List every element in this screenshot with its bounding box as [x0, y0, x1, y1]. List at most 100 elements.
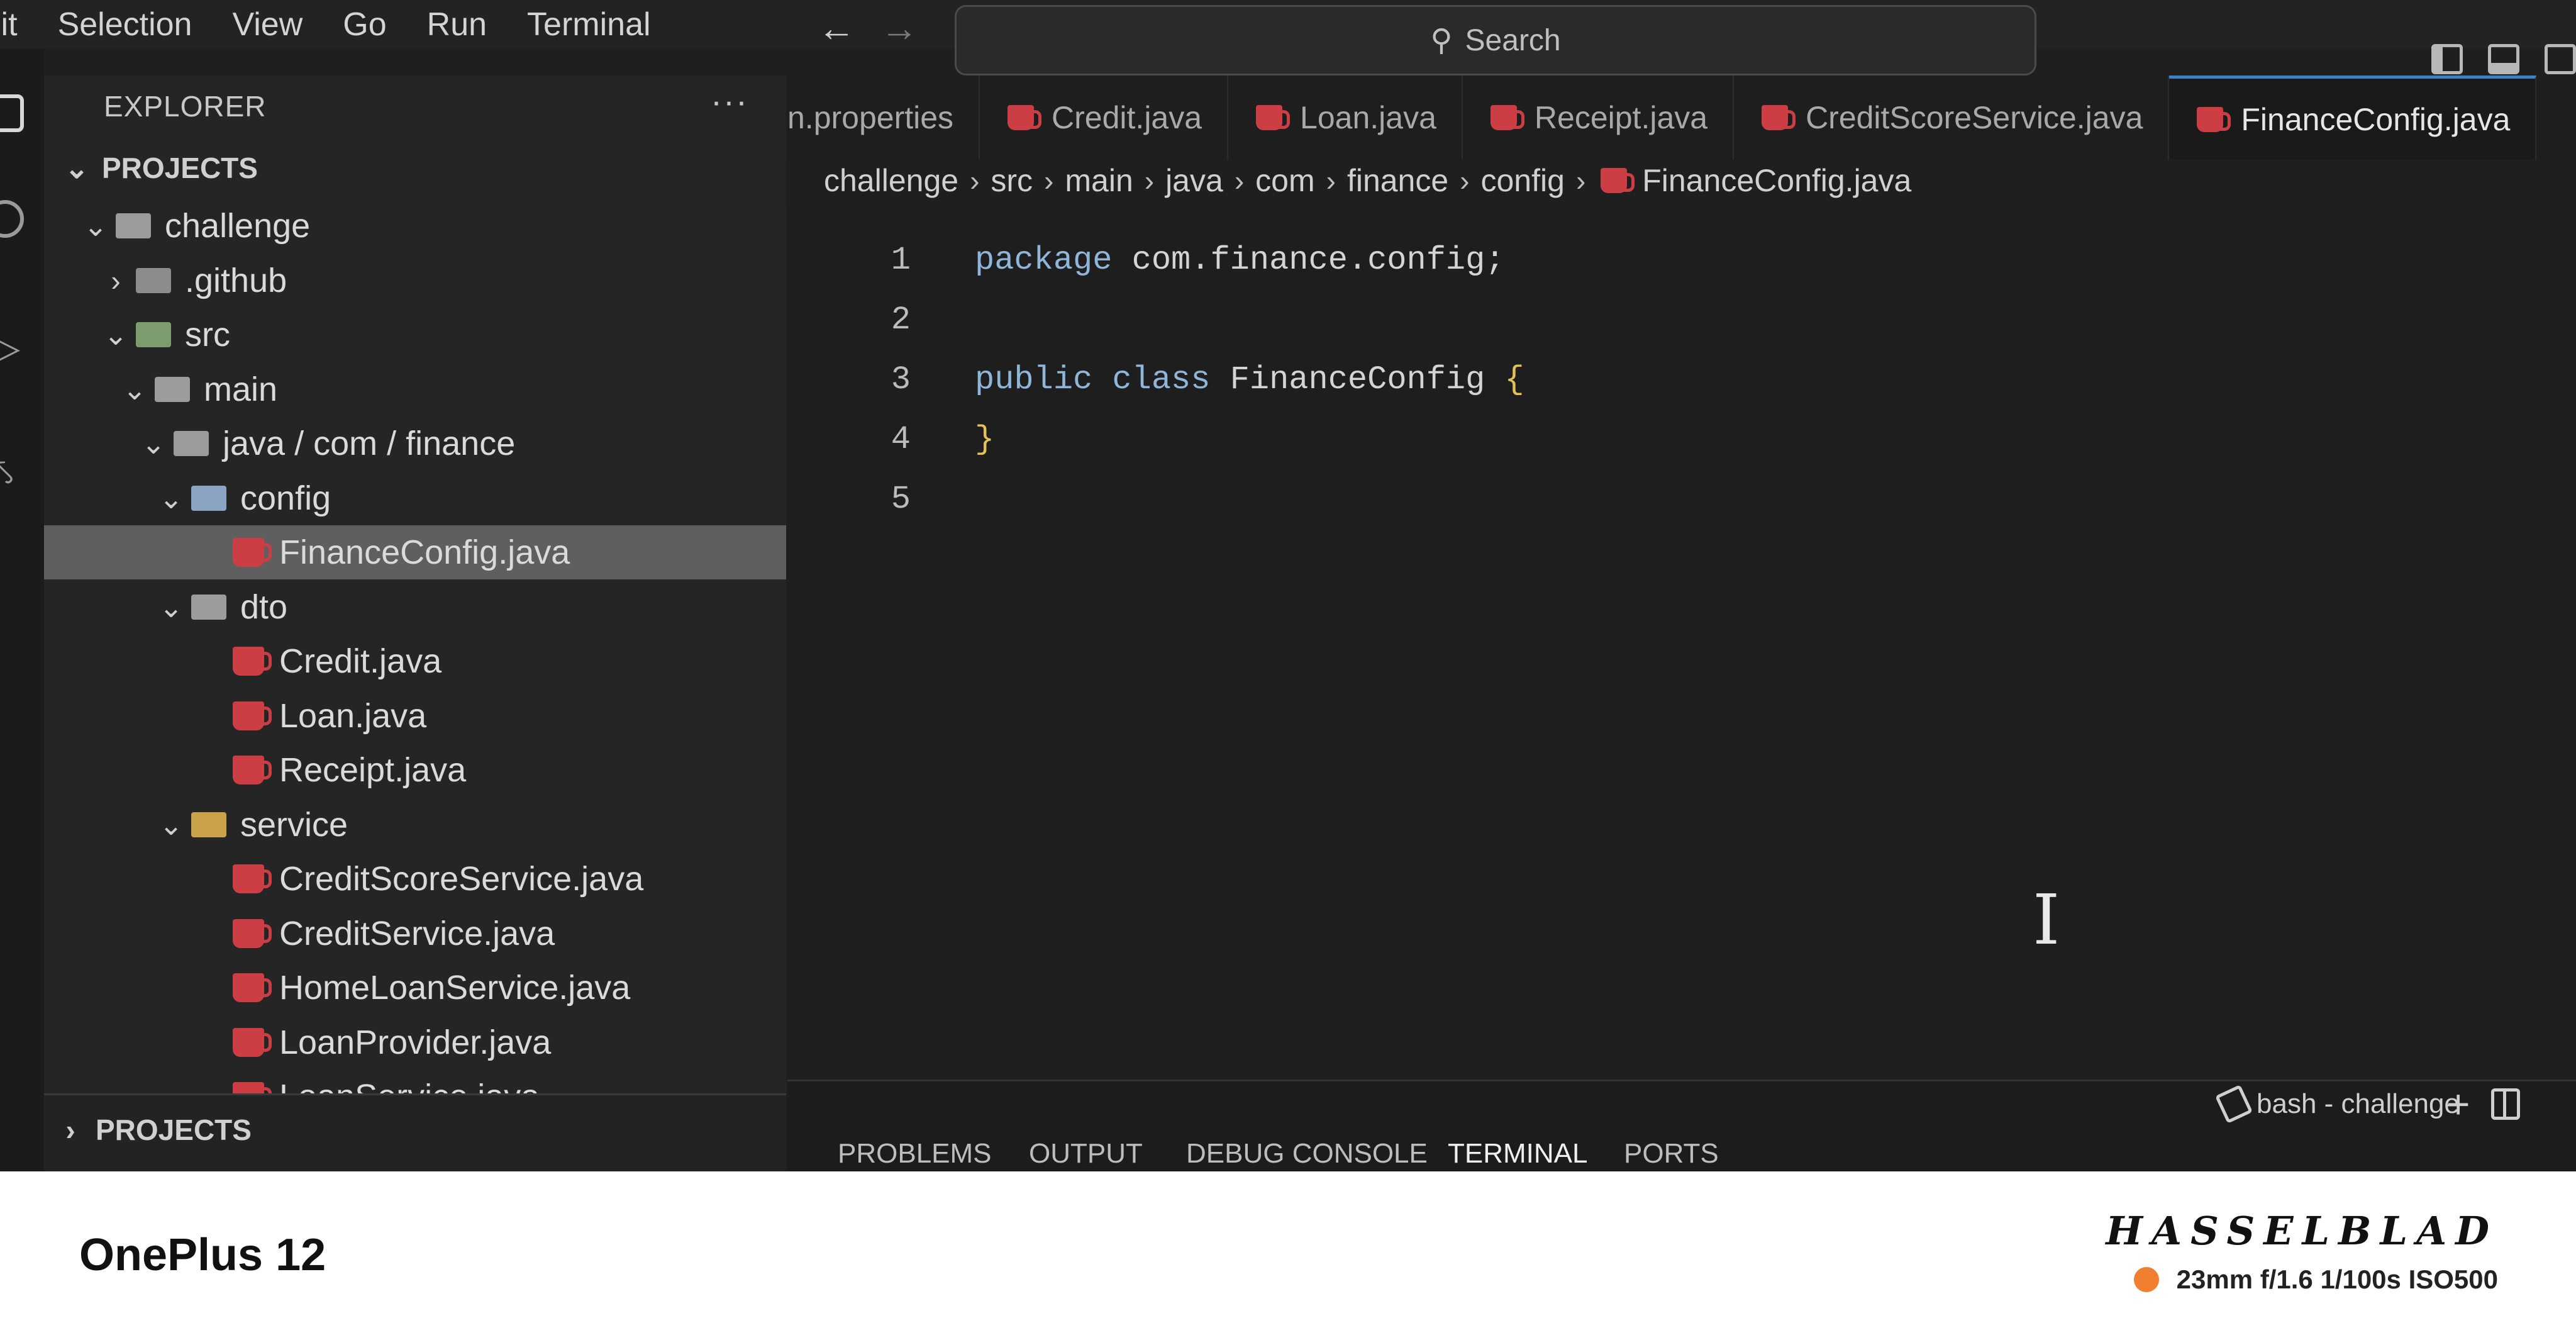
chevron-right-icon: ›: [1460, 164, 1470, 197]
projects-section-collapsed[interactable]: › PROJECTS: [44, 1093, 786, 1171]
code-text: }: [975, 421, 994, 458]
explorer-files-icon[interactable]: [0, 94, 24, 132]
editor-tab[interactable]: FinanceConfig.java: [2169, 75, 2537, 160]
file-tree-file[interactable]: FinanceConfig.java: [44, 525, 786, 579]
code-editor[interactable]: I 1 package com.finance.config; 2 3 public c…: [787, 208, 2576, 1076]
tab-problems[interactable]: PROBLEMS: [838, 1138, 992, 1170]
menu-run[interactable]: Run: [407, 6, 507, 43]
menu-edit[interactable]: lit: [0, 6, 38, 43]
code-keyword: public class: [975, 360, 1211, 398]
projects-section-header[interactable]: ⌄ PROJECTS: [63, 151, 258, 185]
tab-terminal[interactable]: TERMINAL: [1448, 1138, 1587, 1170]
breadcrumb-segment[interactable]: main: [1065, 162, 1133, 199]
file-tree-file[interactable]: CreditScoreService.java: [44, 852, 786, 906]
breadcrumb-segment[interactable]: src: [991, 162, 1033, 199]
chevron-down-icon: ⌄: [103, 318, 128, 351]
menu-terminal[interactable]: Terminal: [507, 6, 671, 43]
toggle-sidebar-icon[interactable]: [2431, 44, 2463, 74]
file-tree-file[interactable]: Loan.java: [44, 689, 786, 743]
file-tree-folder[interactable]: ⌄ dto: [44, 580, 786, 634]
text-cursor-icon: I: [2033, 879, 2060, 960]
file-tree-label: java / com / finance: [223, 425, 516, 462]
editor-tab[interactable]: Credit.java: [980, 75, 1229, 160]
java-file-icon: [233, 701, 272, 730]
tab-ports[interactable]: PORTS: [1624, 1138, 1719, 1170]
breadcrumb-segment[interactable]: FinanceConfig.java: [1642, 162, 1911, 199]
activity-bar: ▷ ⤣: [0, 49, 44, 1171]
source-control-icon[interactable]: ⤣: [0, 452, 31, 492]
file-tree-folder[interactable]: ⌄ java / com / finance: [44, 416, 786, 471]
file-tree-file[interactable]: HomeLoanService.java: [44, 961, 786, 1015]
folder-icon: [191, 485, 226, 511]
run-debug-icon[interactable]: ▷: [0, 326, 29, 369]
projects-section-label: PROJECTS: [102, 152, 258, 184]
breadcrumb-segment[interactable]: finance: [1347, 162, 1448, 199]
file-tree-label: main: [204, 370, 278, 408]
editor-tab[interactable]: n.properties: [787, 75, 980, 160]
toggle-panel-icon[interactable]: [2488, 44, 2519, 74]
more-actions-icon[interactable]: ···: [711, 82, 748, 121]
tab-output[interactable]: OUTPUT: [1029, 1138, 1143, 1170]
editor-tab[interactable]: Receipt.java: [1463, 75, 1735, 160]
command-search-box[interactable]: ⚲ Search: [955, 5, 2036, 75]
file-tree-file[interactable]: Credit.java: [44, 634, 786, 688]
explorer-sidebar: EXPLORER ··· ⌄ PROJECTS ⌄ challenge › .gith…: [44, 75, 786, 1171]
search-view-icon[interactable]: [0, 200, 24, 238]
toggle-secondary-sidebar-icon[interactable]: [2545, 44, 2576, 74]
file-tree-label: LoanProvider.java: [279, 1023, 552, 1061]
java-file-icon: [233, 538, 272, 567]
file-tree-file[interactable]: Receipt.java: [44, 743, 786, 797]
menu-view[interactable]: View: [212, 6, 323, 43]
new-terminal-icon[interactable]: +: [2446, 1081, 2470, 1127]
file-tree-folder[interactable]: ⌄ challenge: [44, 199, 786, 253]
orange-dot-icon: [2133, 1267, 2159, 1292]
search-icon: ⚲: [1430, 24, 1453, 57]
back-arrow-icon[interactable]: ←: [818, 6, 855, 50]
file-tree-label: Loan.java: [279, 696, 427, 735]
java-file-icon: [233, 647, 272, 676]
file-tree-folder[interactable]: › .github: [44, 254, 786, 308]
projects-section-label-collapsed: PROJECTS: [96, 1114, 252, 1146]
breadcrumb-segment[interactable]: com: [1255, 162, 1314, 199]
split-terminal-icon[interactable]: [2491, 1088, 2521, 1120]
chevron-down-icon: ⌄: [158, 808, 184, 841]
chevron-right-icon: ›: [1144, 164, 1155, 197]
tab-debug-console[interactable]: DEBUG CONSOLE: [1186, 1138, 1428, 1170]
chevron-right-icon: ›: [1234, 164, 1245, 197]
code-line: 4}: [787, 411, 994, 467]
line-number: 1: [891, 241, 911, 279]
java-file-icon: [1490, 105, 1524, 130]
forward-arrow-icon[interactable]: →: [880, 6, 918, 50]
file-tree-folder[interactable]: ⌄ service: [44, 798, 786, 852]
file-tree-folder[interactable]: ⌄ src: [44, 308, 786, 362]
breadcrumb-segment[interactable]: java: [1165, 162, 1223, 199]
projects-section-header-collapsed[interactable]: › PROJECTS: [57, 1113, 252, 1147]
editor-tab[interactable]: Loan.java: [1228, 75, 1463, 160]
file-tree-label: .github: [185, 261, 287, 299]
exif-text: 23mm f/1.6 1/100s ISO500: [2176, 1265, 2498, 1294]
file-tree-label: FinanceConfig.java: [279, 533, 570, 571]
breadcrumb-segment[interactable]: config: [1481, 162, 1565, 199]
hasselblad-logo: HASSELBLAD: [2106, 1208, 2498, 1254]
terminal-selector[interactable]: bash - challenge: [2214, 1084, 2460, 1124]
file-tree-folder[interactable]: ⌄ main: [44, 362, 786, 416]
explorer-title: EXPLORER: [104, 90, 267, 123]
file-tree-folder[interactable]: ⌄ config: [44, 471, 786, 525]
chevron-right-icon: ›: [1575, 164, 1586, 197]
editor-tab[interactable]: CreditScoreService.java: [1734, 75, 2170, 160]
editor-tabs: n.properties Credit.java Loan.java Receipt.…: [787, 75, 2576, 160]
chevron-down-icon: ⌄: [64, 152, 89, 184]
device-name: OnePlus 12: [79, 1230, 326, 1280]
file-tree-file[interactable]: LoanProvider.java: [44, 1015, 786, 1069]
menu-go[interactable]: Go: [323, 6, 406, 43]
line-number: 2: [891, 301, 911, 338]
editor-tab-label: FinanceConfig.java: [2241, 101, 2511, 137]
breadcrumb-segment[interactable]: challenge: [824, 162, 958, 199]
code-line: 2: [787, 291, 911, 348]
java-file-icon: [233, 918, 272, 948]
folder-icon: [191, 594, 226, 620]
file-tree-file[interactable]: CreditService.java: [44, 907, 786, 961]
java-file-icon: [1256, 105, 1291, 130]
menu-selection[interactable]: Selection: [38, 6, 213, 43]
java-file-icon: [2197, 106, 2231, 132]
